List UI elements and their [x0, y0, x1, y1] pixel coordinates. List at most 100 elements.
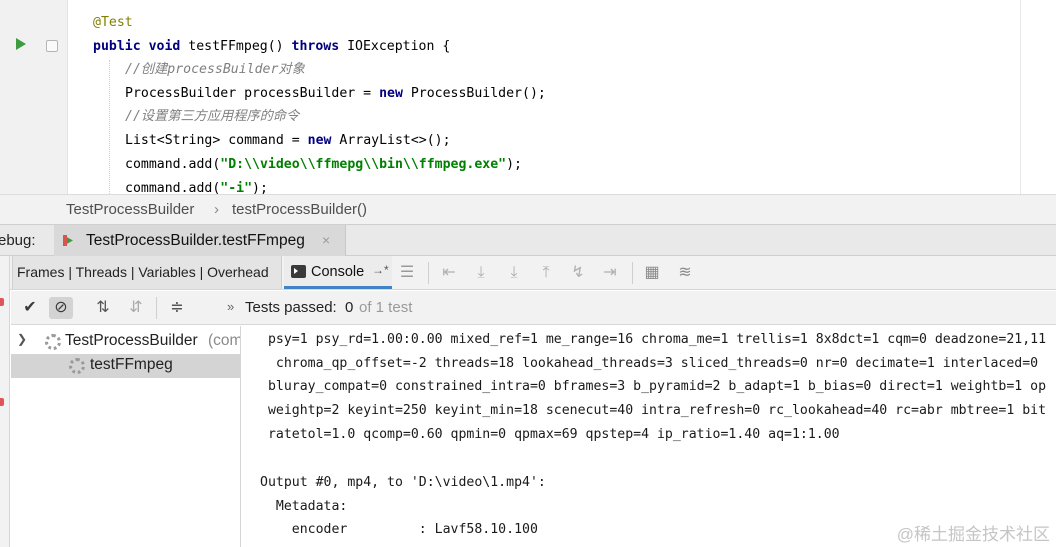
code-token: ProcessBuilder(); — [402, 86, 546, 101]
console-line: psy=1 psy_rd=1.00:0.00 mixed_ref=1 me_ra… — [260, 332, 1047, 347]
indent-guide — [109, 60, 110, 194]
right-margin-guide — [1020, 0, 1021, 194]
line-number: 4 — [0, 0, 6, 12]
code-token: new — [307, 133, 332, 148]
code-line: //创建processBuilder对象 — [125, 61, 305, 79]
code-line: @Test — [93, 14, 133, 32]
line-number: 0 — [0, 135, 6, 148]
trace-stream-icon[interactable]: ≋ — [675, 263, 695, 283]
show-ignored-button[interactable]: ⊘ — [49, 297, 73, 319]
tests-passed-count: 0 — [345, 299, 354, 316]
line-number: 8 — [0, 88, 6, 101]
hamburger-menu-icon[interactable]: ☰ — [397, 263, 417, 283]
debug-side-strip — [0, 256, 10, 547]
tests-total: of 1 test — [359, 299, 413, 316]
debug-window-label: ebug: — [0, 232, 36, 249]
line-number: 5 — [0, 17, 6, 30]
watermark: @稀土掘金技术社区 — [896, 525, 1050, 544]
code-token: ); — [506, 157, 522, 172]
code-token: throws — [291, 39, 340, 54]
code-line: List<String> command = new ArrayList<>()… — [125, 132, 451, 150]
tree-node-class[interactable]: ❯ TestProcessBuilder (com — [11, 330, 240, 354]
tree-class-label: TestProcessBuilder — [65, 332, 198, 349]
code-token: "-i" — [220, 181, 253, 194]
code-token: //设置第三方应用程序的命令 — [125, 109, 300, 124]
console-line: Output #0, mp4, to 'D:\video\1.mp4': — [260, 475, 546, 490]
chevron-down-icon[interactable]: ❯ — [17, 332, 27, 346]
running-spinner-icon — [45, 334, 61, 350]
console-icon — [291, 265, 306, 278]
console-line: encoder : Lavf58.10.100 — [260, 522, 538, 537]
code-token: command.add( — [125, 181, 221, 194]
code-token: @Test — [93, 15, 133, 30]
tree-node-method[interactable]: testFFmpeg — [11, 354, 240, 378]
breakpoint-marker — [0, 398, 4, 406]
console-line: Metadata: — [260, 499, 348, 514]
fold-marker-icon[interactable] — [46, 40, 58, 52]
tree-method-label: testFFmpeg — [90, 356, 173, 373]
line-number: 9 — [0, 111, 6, 124]
test-status-bar: Tests passed: 0 of 1 test — [241, 291, 1056, 325]
breakpoint-marker — [0, 298, 4, 306]
code-token: new — [379, 86, 403, 101]
code-editor[interactable]: 4 5 6 7 8 9 0 1 2 @Test public void test… — [0, 0, 1056, 194]
run-to-cursor-icon[interactable]: ⇥ — [600, 263, 620, 283]
show-passed-button[interactable]: ✔ — [18, 297, 42, 319]
code-token: testFFmpeg() — [180, 39, 292, 54]
code-token: public — [93, 39, 141, 54]
step-over-icon[interactable]: ⤓ — [471, 263, 491, 283]
tab-frames-threads-variables[interactable]: Frames | Threads | Variables | Overhead — [12, 256, 282, 289]
tests-passed-label: Tests passed: — [245, 299, 337, 316]
breadcrumb-method[interactable]: testProcessBuilder() — [232, 201, 367, 218]
code-line: //设置第三方应用程序的命令 — [125, 108, 299, 126]
toolbar-separator — [632, 262, 633, 284]
tab-console[interactable]: Console →* — [284, 256, 392, 289]
breadcrumb-separator: › — [214, 201, 219, 218]
breadcrumb: TestProcessBuilder › testProcessBuilder(… — [0, 194, 1056, 224]
console-line: ratetol=1.0 qcomp=0.60 qpmin=0 qpmax=69 … — [260, 427, 840, 442]
evaluate-expression-icon[interactable]: ▦ — [642, 263, 662, 283]
more-actions-icon[interactable]: » — [227, 299, 234, 314]
sort-by-duration-icon[interactable]: ⇵ — [124, 297, 148, 319]
code-line: command.add("-i"); — [125, 180, 268, 194]
code-token: ArrayList<>(); — [331, 133, 451, 148]
sort-alphabetically-icon[interactable]: ⇅ — [91, 297, 115, 319]
debug-tool-window-header: ebug: TestProcessBuilder.testFFmpeg × — [0, 224, 1056, 256]
console-line: weightp=2 keyint=250 keyint_min=18 scene… — [260, 403, 1047, 418]
show-execution-point-icon[interactable]: ⇤ — [439, 263, 459, 283]
code-line: command.add("D:\\video\\ffmepg\\bin\\ffm… — [125, 156, 522, 174]
close-icon[interactable]: × — [322, 232, 330, 248]
code-token: List<String> command = — [125, 133, 308, 148]
pin-tab-icon[interactable]: →* — [372, 263, 389, 277]
code-token: ProcessBuilder processBuilder = — [125, 86, 380, 101]
code-token: IOException { — [339, 39, 451, 54]
line-number: 7 — [0, 64, 6, 77]
expand-all-icon[interactable]: ≑ — [165, 297, 189, 319]
toolbar-separator — [156, 297, 157, 319]
line-number: 6 — [0, 41, 6, 54]
code-token: //创建processBuilder对象 — [125, 62, 305, 77]
step-out-icon[interactable]: ⤒ — [536, 263, 556, 283]
junit-run-icon — [63, 235, 73, 246]
test-runner-toolbar: ✔ ⊘ ⇅ ⇵ ≑ » — [11, 291, 241, 325]
debug-toolbar: Frames | Threads | Variables | Overhead … — [0, 256, 1056, 290]
debug-tab-label: TestProcessBuilder.testFFmpeg — [86, 232, 305, 249]
console-output[interactable]: psy=1 psy_rd=1.00:0.00 mixed_ref=1 me_ra… — [242, 326, 1056, 547]
running-spinner-icon — [69, 358, 85, 374]
code-line: public void testFFmpeg() throws IOExcept… — [93, 38, 450, 56]
line-number: 1 — [0, 159, 6, 172]
debug-session-tab[interactable]: TestProcessBuilder.testFFmpeg × — [54, 225, 346, 256]
code-line: ProcessBuilder processBuilder = new Proc… — [125, 85, 546, 103]
drop-frame-icon[interactable]: ↯ — [568, 263, 588, 283]
code-token: "D:\\video\\ffmepg\\bin\\ffmpeg.exe" — [220, 157, 507, 172]
line-number: 2 — [0, 183, 6, 194]
toolbar-separator — [428, 262, 429, 284]
run-test-icon[interactable] — [16, 38, 26, 50]
test-tree: ❯ TestProcessBuilder (com testFFmpeg — [11, 326, 241, 547]
code-token: ); — [252, 181, 268, 194]
breadcrumb-class[interactable]: TestProcessBuilder — [66, 201, 194, 218]
code-token: command.add( — [125, 157, 221, 172]
console-line: bluray_compat=0 constrained_intra=0 bfra… — [260, 379, 1047, 394]
step-into-icon[interactable]: ⤓ — [504, 263, 524, 283]
